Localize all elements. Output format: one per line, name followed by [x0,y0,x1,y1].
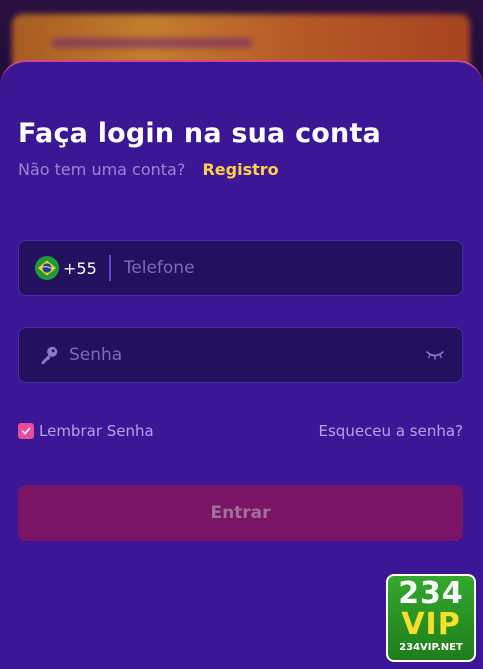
logo-number: 234 [398,576,464,611]
remember-label: Lembrar Senha [39,422,154,440]
password-input[interactable] [69,328,425,382]
register-link[interactable]: Registro [202,160,278,179]
login-options-row: Lembrar Senha Esqueceu a senha? [18,421,463,441]
page-title: Faça login na sua conta [18,118,381,149]
country-code: +55 [63,258,97,278]
forgot-password-link[interactable]: Esqueceu a senha? [319,422,463,440]
phone-input[interactable] [123,241,462,295]
logo-vip: VIP [401,607,461,642]
check-icon [21,427,31,435]
phone-field: +55 [18,240,463,296]
field-divider [108,255,111,281]
no-account-text: Não tem uma conta? [18,160,186,179]
login-submit-button[interactable]: Entrar [18,485,463,541]
remember-checkbox[interactable] [18,423,34,439]
brazil-flag-icon [35,256,59,280]
country-code-selector[interactable]: +55 [19,241,97,295]
password-field [18,327,463,383]
key-icon [41,346,58,365]
remember-password-toggle[interactable]: Lembrar Senha [18,422,154,440]
brand-logo: 234 VIP 234VIP.NET [386,574,476,662]
eye-closed-icon[interactable] [425,348,445,362]
background: Faça login na sua conta Não tem uma cont… [0,0,483,669]
register-prompt: Não tem uma conta? Registro [18,160,279,179]
logo-url: 234VIP.NET [399,642,463,653]
